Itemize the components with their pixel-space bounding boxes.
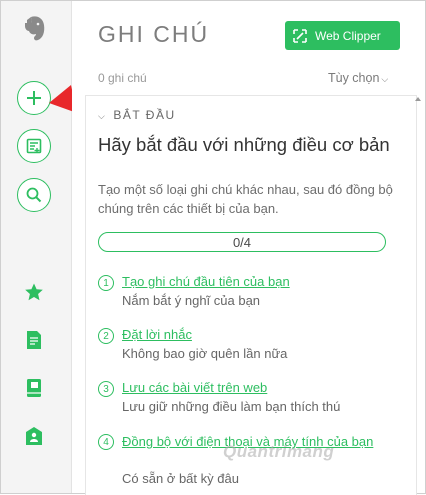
step-description: Nắm bắt ý nghĩ của bạn	[122, 293, 261, 308]
search-icon	[26, 187, 42, 203]
step-number: 4	[98, 434, 114, 450]
step-link[interactable]: Tạo ghi chú đầu tiên của bạn	[122, 274, 290, 289]
step-description: Không bao giờ quên lần nữa	[122, 346, 288, 361]
note-count: 0 ghi chú	[98, 71, 147, 85]
page-title: GHI CHÚ	[98, 21, 210, 47]
chevron-down-icon: ⌵	[381, 74, 389, 84]
notebooks-button[interactable]	[17, 371, 51, 405]
getting-started-panel: ⌵ BẮT ĐẦU Hãy bắt đầu với những điều cơ b…	[85, 95, 417, 495]
step-link[interactable]: Lưu các bài viết trên web	[122, 380, 267, 395]
shortcuts-button[interactable]	[17, 275, 51, 309]
watermark: Quantrimang	[223, 442, 335, 461]
section-label: BẮT ĐẦU	[113, 108, 176, 122]
progress-bar: 0/4	[98, 232, 386, 252]
clipper-icon	[293, 28, 307, 43]
notes-button[interactable]	[17, 323, 51, 357]
options-dropdown[interactable]: Tùy chọn ⌵	[328, 71, 388, 85]
search-button[interactable]	[17, 178, 51, 212]
star-icon	[25, 283, 43, 301]
plus-icon	[27, 91, 41, 105]
step-number: 2	[98, 328, 114, 344]
progress-text: 0/4	[232, 234, 252, 250]
step-link[interactable]: Đặt lời nhắc	[122, 327, 192, 342]
notebooks-icon	[27, 379, 41, 397]
notes-pane: GHI CHÚ Web Clipper 0 ghi chú Tùy chọn ⌵ …	[72, 1, 425, 495]
panel-subtitle: Tạo một số loại ghi chú khác nhau, sau đ…	[98, 182, 393, 216]
step-description: Lưu giữ những điều làm bạn thích thú	[122, 399, 341, 414]
web-clipper-label: Web Clipper	[315, 28, 381, 43]
section-toggle[interactable]: ⌵ BẮT ĐẦU	[98, 108, 176, 122]
scroll-up-icon[interactable]	[415, 97, 421, 101]
chevron-down-icon: ⌵	[98, 111, 107, 121]
step-number: 1	[98, 275, 114, 291]
shared-icon	[26, 427, 42, 445]
new-chat-button[interactable]	[17, 129, 51, 163]
shared-button[interactable]	[17, 419, 51, 453]
panel-heading: Hãy bắt đầu với những điều cơ bản	[98, 134, 390, 155]
options-label: Tùy chọn	[328, 71, 380, 85]
web-clipper-button[interactable]: Web Clipper	[285, 21, 400, 50]
app-window: GHI CHÚ Web Clipper 0 ghi chú Tùy chọn ⌵ …	[0, 0, 426, 495]
step-number: 3	[98, 381, 114, 397]
elephant-logo-icon[interactable]	[17, 11, 51, 45]
step-description: Có sẵn ở bất kỳ đâu	[122, 471, 239, 486]
notes-icon	[27, 331, 41, 349]
new-note-icon	[26, 138, 42, 154]
